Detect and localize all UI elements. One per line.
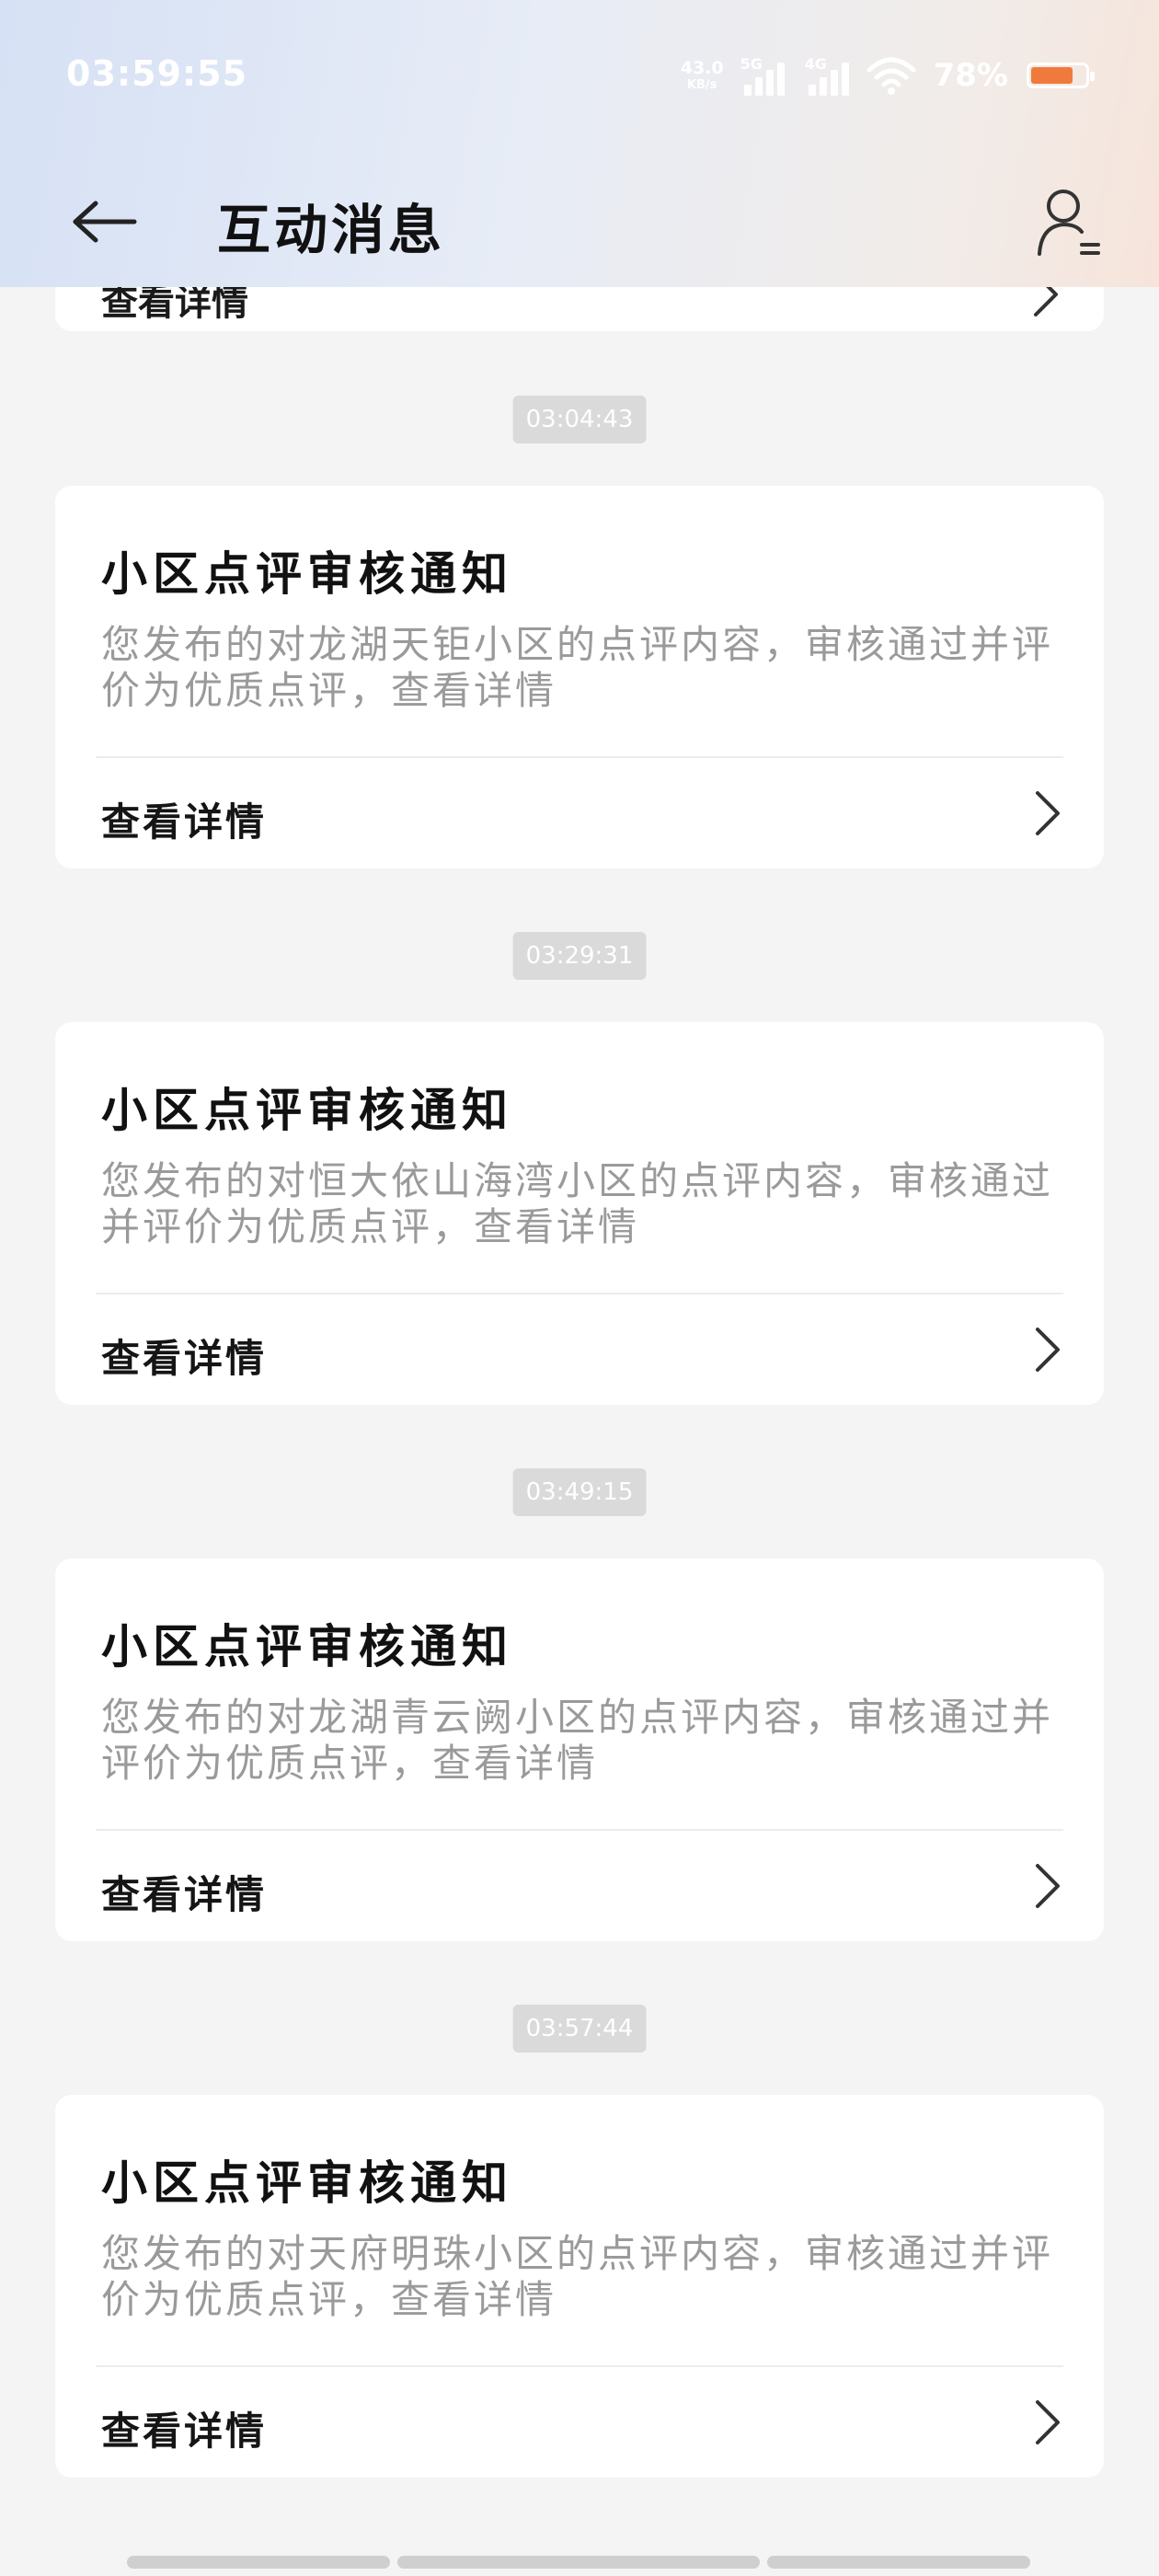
scroll-indicator-segment (127, 2556, 390, 2569)
message-title: 小区点评审核通知 (101, 1084, 513, 1137)
message-body: 您发布的对天府明珠小区的点评内容，审核通过并评价为优质点评，查看详情 (101, 2231, 1054, 2322)
app-header: 03:59:55 43.0 KB/s 5G 4G 78% 互动消息 (0, 0, 1159, 287)
view-details-button[interactable]: 查看详情 (55, 758, 1104, 868)
message-body: 您发布的对龙湖青云阙小区的点评内容，审核通过并评价为优质点评，查看详情 (101, 1695, 1054, 1786)
battery-fill (1031, 67, 1073, 84)
wifi-icon (866, 57, 916, 95)
message-card: 小区点评审核通知 您发布的对龙湖天钜小区的点评内容，审核通过并评价为优质点评，查… (55, 486, 1104, 868)
scroll-indicator-segment (397, 2556, 760, 2569)
message-timestamp: 03:49:15 (512, 1468, 647, 1516)
arrow-left-icon (73, 201, 137, 243)
battery-icon (1027, 63, 1095, 88)
message-timestamp: 03:57:44 (512, 2005, 647, 2053)
message-title: 小区点评审核通知 (101, 1620, 513, 1673)
view-details-button[interactable]: 查看详情 (55, 1294, 1104, 1405)
view-details-button[interactable]: 查看详情 (55, 2367, 1104, 2478)
scroll-indicator-segment (767, 2556, 1030, 2569)
network-speed: 43.0 KB/s (680, 58, 724, 92)
status-icons: 43.0 KB/s 5G 4G 78% (680, 52, 1095, 99)
message-card: 小区点评审核通知 您发布的对龙湖青云阙小区的点评内容，审核通过并评价为优质点评，… (55, 1558, 1104, 1941)
message-title: 小区点评审核通知 (101, 547, 513, 601)
message-timestamp: 03:29:31 (512, 932, 647, 980)
message-title: 小区点评审核通知 (101, 2156, 513, 2210)
network-speed-unit: KB/s (686, 78, 717, 92)
network-speed-value: 43.0 (680, 58, 724, 78)
view-details-button[interactable]: 查看详情 (55, 1831, 1104, 1941)
view-details-label: 查看详情 (101, 799, 268, 845)
signal-5g-icon: 5G (737, 55, 788, 96)
message-body: 您发布的对恒大依山海湾小区的点评内容，审核通过并评价为优质点评，查看详情 (101, 1158, 1054, 1249)
status-time: 03:59:55 (66, 53, 248, 94)
user-list-icon (1038, 190, 1100, 256)
message-body: 您发布的对龙湖天钜小区的点评内容，审核通过并评价为优质点评，查看详情 (101, 622, 1054, 713)
signal-4g-icon: 4G (801, 55, 853, 96)
back-button[interactable] (70, 190, 140, 254)
view-details-label: 查看详情 (101, 1336, 268, 1381)
chevron-right-icon (1036, 1328, 1060, 1372)
message-card: 小区点评审核通知 您发布的对天府明珠小区的点评内容，审核通过并评价为优质点评，查… (55, 2095, 1104, 2478)
view-details-label: 查看详情 (101, 2409, 268, 2454)
signal-5g-label: 5G (740, 55, 763, 73)
view-details-label: 查看详情 (101, 1872, 268, 1917)
message-card: 小区点评审核通知 您发布的对恒大依山海湾小区的点评内容，审核通过并评价为优质点评… (55, 1022, 1104, 1405)
battery-percent: 78% (933, 57, 1008, 94)
chevron-right-icon (1036, 1864, 1060, 1908)
message-timestamp: 03:04:43 (512, 396, 647, 443)
page-title: 互动消息 (217, 199, 446, 261)
chevron-right-icon (1036, 791, 1060, 835)
chevron-right-icon (1036, 2400, 1060, 2444)
scroll-indicator (127, 2556, 1030, 2569)
user-list-button[interactable] (1032, 184, 1106, 261)
signal-4g-label: 4G (804, 55, 827, 73)
